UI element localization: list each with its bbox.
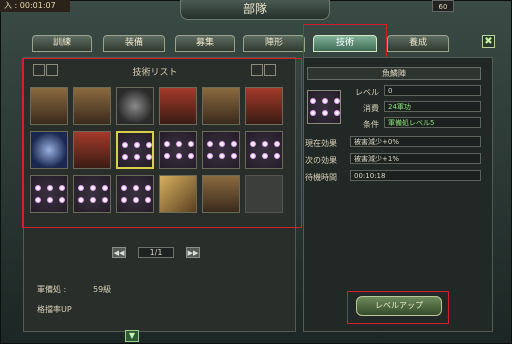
bonus-text: 格擋率UP	[37, 305, 72, 314]
pager: ◀◀ 1/1 ▶▶	[110, 247, 205, 260]
rank-value: 59級	[93, 285, 112, 294]
tab-recruit[interactable]: 募集	[175, 35, 235, 52]
tab-formation[interactable]: 陣形	[243, 35, 305, 52]
highlight-box-tab	[303, 24, 387, 60]
highlight-box-grid	[22, 58, 302, 228]
cost-value: 24軍功	[384, 101, 481, 112]
level-badge: 60	[432, 0, 454, 12]
tab-equipment[interactable]: 装備	[103, 35, 165, 52]
next-effect-value: 被害減少+1%	[350, 153, 481, 164]
tab-cultivate[interactable]: 養成	[387, 35, 449, 52]
level-label: レベル	[355, 88, 379, 97]
timer-readout: 入 : 00:01:07	[0, 0, 70, 12]
level-value: 0	[384, 85, 481, 96]
tech-name: 魚鱗陣	[307, 67, 481, 80]
chevron-down-icon[interactable]: ▼	[125, 330, 139, 342]
wait-time-value: 00:10:18	[350, 170, 481, 181]
current-effect-label: 現在効果	[305, 139, 337, 148]
highlight-box-button	[347, 291, 449, 324]
condition-value: 軍備処レベル5	[384, 117, 481, 128]
formation-dots-icon	[307, 90, 341, 124]
condition-label: 条件	[363, 120, 379, 129]
tab-training[interactable]: 訓練	[32, 35, 92, 52]
rank-label: 軍備処 :	[37, 285, 67, 294]
prev-page-button[interactable]: ◀◀	[112, 247, 126, 258]
page-number: 1/1	[138, 247, 174, 258]
next-effect-label: 次の効果	[305, 156, 337, 165]
current-effect-value: 被害減少+0%	[350, 136, 481, 147]
wait-time-label: 待機時間	[305, 173, 337, 182]
close-icon[interactable]: ✖	[482, 35, 495, 48]
cost-label: 消費	[363, 104, 379, 113]
window-title: 部隊	[180, 0, 330, 20]
next-page-button[interactable]: ▶▶	[186, 247, 200, 258]
